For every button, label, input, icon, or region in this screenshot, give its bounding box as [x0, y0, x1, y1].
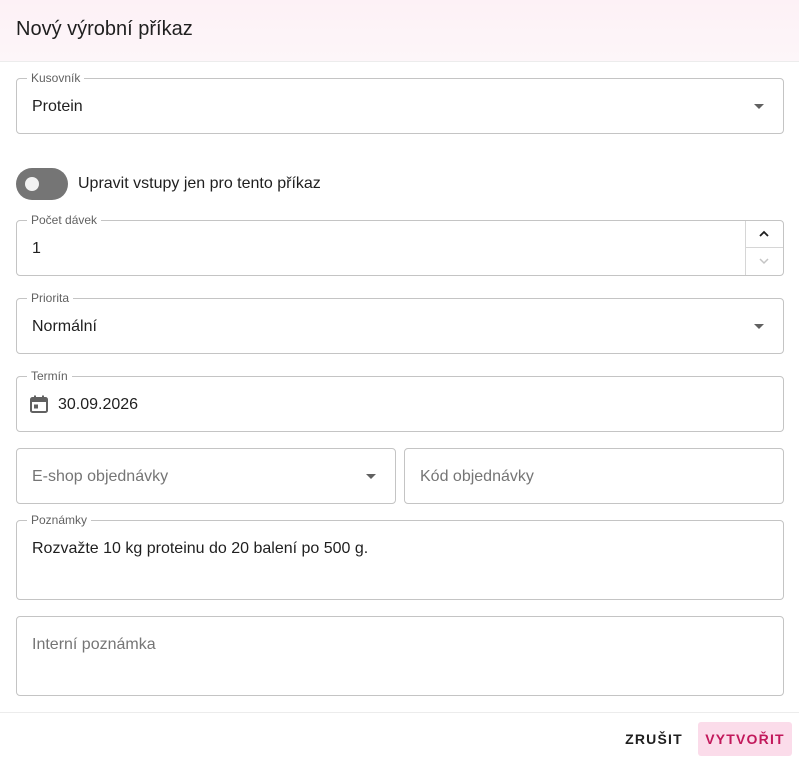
edit-inputs-toggle[interactable]	[16, 168, 68, 200]
increment-button[interactable]	[745, 221, 783, 248]
dropdown-arrow-icon	[754, 324, 764, 329]
dialog-header: Nový výrobní příkaz	[0, 0, 799, 62]
priority-label: Priorita	[27, 291, 74, 305]
batch-count-input[interactable]: Počet dávek 1	[16, 213, 784, 276]
calendar-icon[interactable]	[29, 394, 49, 414]
order-code-placeholder: Kód objednávky	[420, 468, 534, 485]
eshop-orders-select[interactable]: E-shop objednávky	[16, 448, 396, 504]
notes-value: Rozvažte 10 kg proteinu do 20 balení po …	[32, 540, 369, 557]
chevron-up-icon	[759, 230, 769, 237]
kusovnik-value: Protein	[32, 98, 83, 115]
dropdown-arrow-icon	[366, 474, 376, 479]
dropdown-arrow-icon	[754, 104, 764, 109]
order-code-input[interactable]: Kód objednávky	[404, 448, 784, 504]
decrement-button[interactable]	[745, 248, 783, 275]
edit-inputs-toggle-label: Upravit vstupy jen pro tento příkaz	[78, 175, 321, 192]
notes-textarea[interactable]: Poznámky Rozvažte 10 kg proteinu do 20 b…	[16, 513, 784, 600]
kusovnik-select[interactable]: Kusovník Protein	[16, 71, 784, 134]
batch-count-value: 1	[32, 240, 41, 257]
deadline-date-input[interactable]: Termín 30.09.2026	[16, 369, 784, 432]
deadline-label: Termín	[27, 369, 72, 383]
eshop-orders-placeholder: E-shop objednávky	[32, 468, 169, 485]
priority-value: Normální	[32, 318, 97, 335]
chevron-down-icon	[759, 258, 769, 265]
cancel-button[interactable]: ZRUŠIT	[617, 722, 691, 756]
toggle-thumb	[25, 177, 39, 191]
new-production-order-dialog: Nový výrobní příkaz Kusovník Protein Upr…	[0, 0, 799, 766]
deadline-value: 30.09.2026	[58, 396, 139, 413]
create-button[interactable]: VYTVOŘIT	[698, 722, 792, 756]
kusovnik-label: Kusovník	[27, 71, 85, 85]
batch-count-label: Počet dávek	[27, 213, 102, 227]
internal-note-textarea[interactable]: Interní poznámka	[16, 616, 784, 696]
notes-label: Poznámky	[27, 513, 92, 527]
internal-note-placeholder: Interní poznámka	[32, 636, 156, 653]
priority-select[interactable]: Priorita Normální	[16, 291, 784, 354]
dialog-title: Nový výrobní příkaz	[16, 18, 193, 40]
